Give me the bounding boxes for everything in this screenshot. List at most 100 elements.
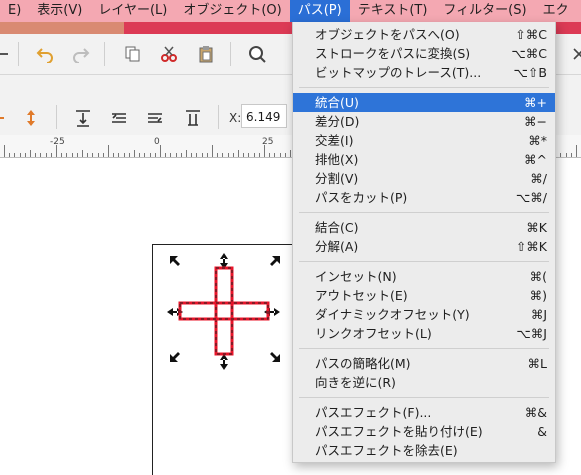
menu-edit[interactable]: E) <box>0 0 29 22</box>
menu-item-shortcut: ⌘& <box>524 405 547 420</box>
ruler-tick <box>154 153 156 157</box>
path-menu-item[interactable]: オブジェクトをパスへ(O) ⇧⌘C <box>293 25 555 44</box>
ruler-tick <box>61 153 63 157</box>
path-menu-item[interactable]: 差分(D) ⌘− <box>293 112 555 131</box>
ruler-label: 25 <box>262 137 274 147</box>
redo-icon[interactable] <box>70 43 92 65</box>
lower-to-bottom-icon[interactable] <box>182 107 204 129</box>
menu-item-shortcut: & <box>537 424 547 439</box>
ruler-tick <box>232 153 234 157</box>
partial-arrow-icon[interactable] <box>0 107 12 129</box>
vertical-bar-outline <box>215 267 233 355</box>
resize-handle-s-icon <box>220 354 228 370</box>
menu-item-shortcut: ⌘+ <box>524 95 547 110</box>
paste-icon[interactable] <box>195 43 217 65</box>
menu-item-label: パスエフェクトを除去(E) <box>315 443 458 458</box>
path-menu-item[interactable]: 向きを逆に(R) <box>293 373 555 392</box>
toolbar-separator <box>104 42 105 66</box>
ruler-tick <box>14 153 16 157</box>
ruler-tick <box>258 153 260 157</box>
ruler-tick <box>248 153 250 157</box>
menu-item-label: 差分(D) <box>315 114 360 129</box>
raise-icon[interactable] <box>108 107 130 129</box>
path-menu-item[interactable]: 排他(X) ⌘^ <box>293 150 555 169</box>
ruler-label: -25 <box>50 137 65 147</box>
lower-icon[interactable] <box>144 107 166 129</box>
path-menu-item[interactable]: 交差(I) ⌘* <box>293 131 555 150</box>
menu-item-shortcut: ⇧⌘C <box>515 27 547 42</box>
flip-vertical-icon[interactable] <box>20 107 42 129</box>
path-menu-item[interactable]: ダイナミックオフセット(Y) ⌘J <box>293 305 555 324</box>
menu-object[interactable]: オブジェクト(O) <box>175 0 289 22</box>
ruler-tick <box>279 153 281 157</box>
path-menu-item[interactable]: パスをカット(P) ⌥⌘/ <box>293 188 555 207</box>
partial-tool-icon[interactable] <box>0 43 14 65</box>
path-menu-item[interactable]: 分割(V) ⌘/ <box>293 169 555 188</box>
menu-item-label: リンクオフセット(L) <box>315 326 432 341</box>
menu-item-label: ビットマップのトレース(T)... <box>315 65 482 80</box>
resize-handle-e-icon <box>264 308 280 316</box>
menu-item-shortcut: ⌥⌘C <box>511 46 547 61</box>
ruler-tick <box>180 153 182 157</box>
x-coordinate-input[interactable]: 6.149 <box>241 104 287 128</box>
ruler-tick <box>227 153 229 157</box>
menu-item-label: ダイナミックオフセット(Y) <box>315 307 470 322</box>
menu-item-label: オブジェクトをパスへ(O) <box>315 27 460 42</box>
raise-to-top-icon[interactable] <box>72 107 94 129</box>
menu-item-label: 結合(C) <box>315 220 359 235</box>
path-menu-item[interactable]: パスエフェクトを除去(E) <box>293 441 555 460</box>
menu-item-label: 交差(I) <box>315 133 354 148</box>
copy-icon[interactable] <box>122 43 144 65</box>
ruler-tick <box>201 153 203 157</box>
ruler-tick <box>269 153 271 157</box>
path-menu-item[interactable]: リンクオフセット(L) ⌥⌘J <box>293 324 555 343</box>
ruler-tick <box>102 153 104 157</box>
menu-separator <box>299 261 549 262</box>
path-menu-item[interactable]: 統合(U) ⌘+ <box>293 93 555 112</box>
ruler-tick <box>186 150 187 157</box>
cross-vertical-bar[interactable] <box>214 266 234 356</box>
ruler-tick <box>92 153 94 157</box>
path-menu-item[interactable]: 分解(A) ⇧⌘K <box>293 237 555 256</box>
ruler-tick <box>40 153 42 157</box>
partial-right-icon[interactable] <box>568 43 581 65</box>
zoom-icon[interactable] <box>246 43 268 65</box>
cut-icon[interactable] <box>158 43 180 65</box>
path-menu-item[interactable]: ビットマップのトレース(T)... ⌥⇧B <box>293 63 555 82</box>
path-menu-item[interactable]: パスエフェクト(F)... ⌘& <box>293 403 555 422</box>
path-menu-item[interactable]: 結合(C) ⌘K <box>293 218 555 237</box>
menu-item-shortcut: ⌘/ <box>530 171 547 186</box>
path-menu-item[interactable]: ストロークをパスに変換(S) ⌥⌘C <box>293 44 555 63</box>
ruler-tick <box>165 153 167 157</box>
menu-filters[interactable]: フィルター(S) <box>435 0 534 22</box>
menu-layer[interactable]: レイヤー(L) <box>90 0 175 22</box>
menu-extensions[interactable]: エク <box>535 0 577 22</box>
selection-handles[interactable] <box>167 253 280 370</box>
ruler-tick <box>19 153 21 157</box>
path-menu-item[interactable]: インセット(N) ⌘( <box>293 267 555 286</box>
menu-path[interactable]: パス(P) <box>289 0 350 22</box>
undo-icon[interactable] <box>34 43 56 65</box>
horizontal-bar-outline <box>179 302 269 320</box>
cross-horizontal-bar[interactable] <box>178 301 270 321</box>
menu-item-shortcut: ⌘J <box>530 307 547 322</box>
menu-item-shortcut: ⌘^ <box>524 152 547 167</box>
path-menu-item[interactable]: パスエフェクトを貼り付け(E) & <box>293 422 555 441</box>
ruler-tick <box>238 150 239 157</box>
ruler-tick <box>212 145 213 157</box>
path-menu-item[interactable]: パスの簡略化(M) ⌘L <box>293 354 555 373</box>
ruler-tick <box>123 153 125 157</box>
ruler-tick <box>113 153 115 157</box>
menu-text[interactable]: テキスト(T) <box>350 0 436 22</box>
path-menu-dropdown: オブジェクトをパスへ(O) ⇧⌘C ストロークをパスに変換(S) ⌥⌘C ビットマップの… <box>292 22 556 463</box>
ruler-tick <box>243 153 245 157</box>
ruler-tick <box>570 153 572 157</box>
ruler-tick <box>45 153 47 157</box>
toolbar-separator <box>56 105 57 129</box>
ruler-tick <box>144 153 146 157</box>
path-menu-item[interactable]: アウトセット(E) ⌘) <box>293 286 555 305</box>
ruler-tick <box>76 153 78 157</box>
selected-cross-shape[interactable] <box>160 250 290 370</box>
menu-view[interactable]: 表示(V) <box>29 0 90 22</box>
menu-item-label: パスエフェクト(F)... <box>315 405 432 420</box>
